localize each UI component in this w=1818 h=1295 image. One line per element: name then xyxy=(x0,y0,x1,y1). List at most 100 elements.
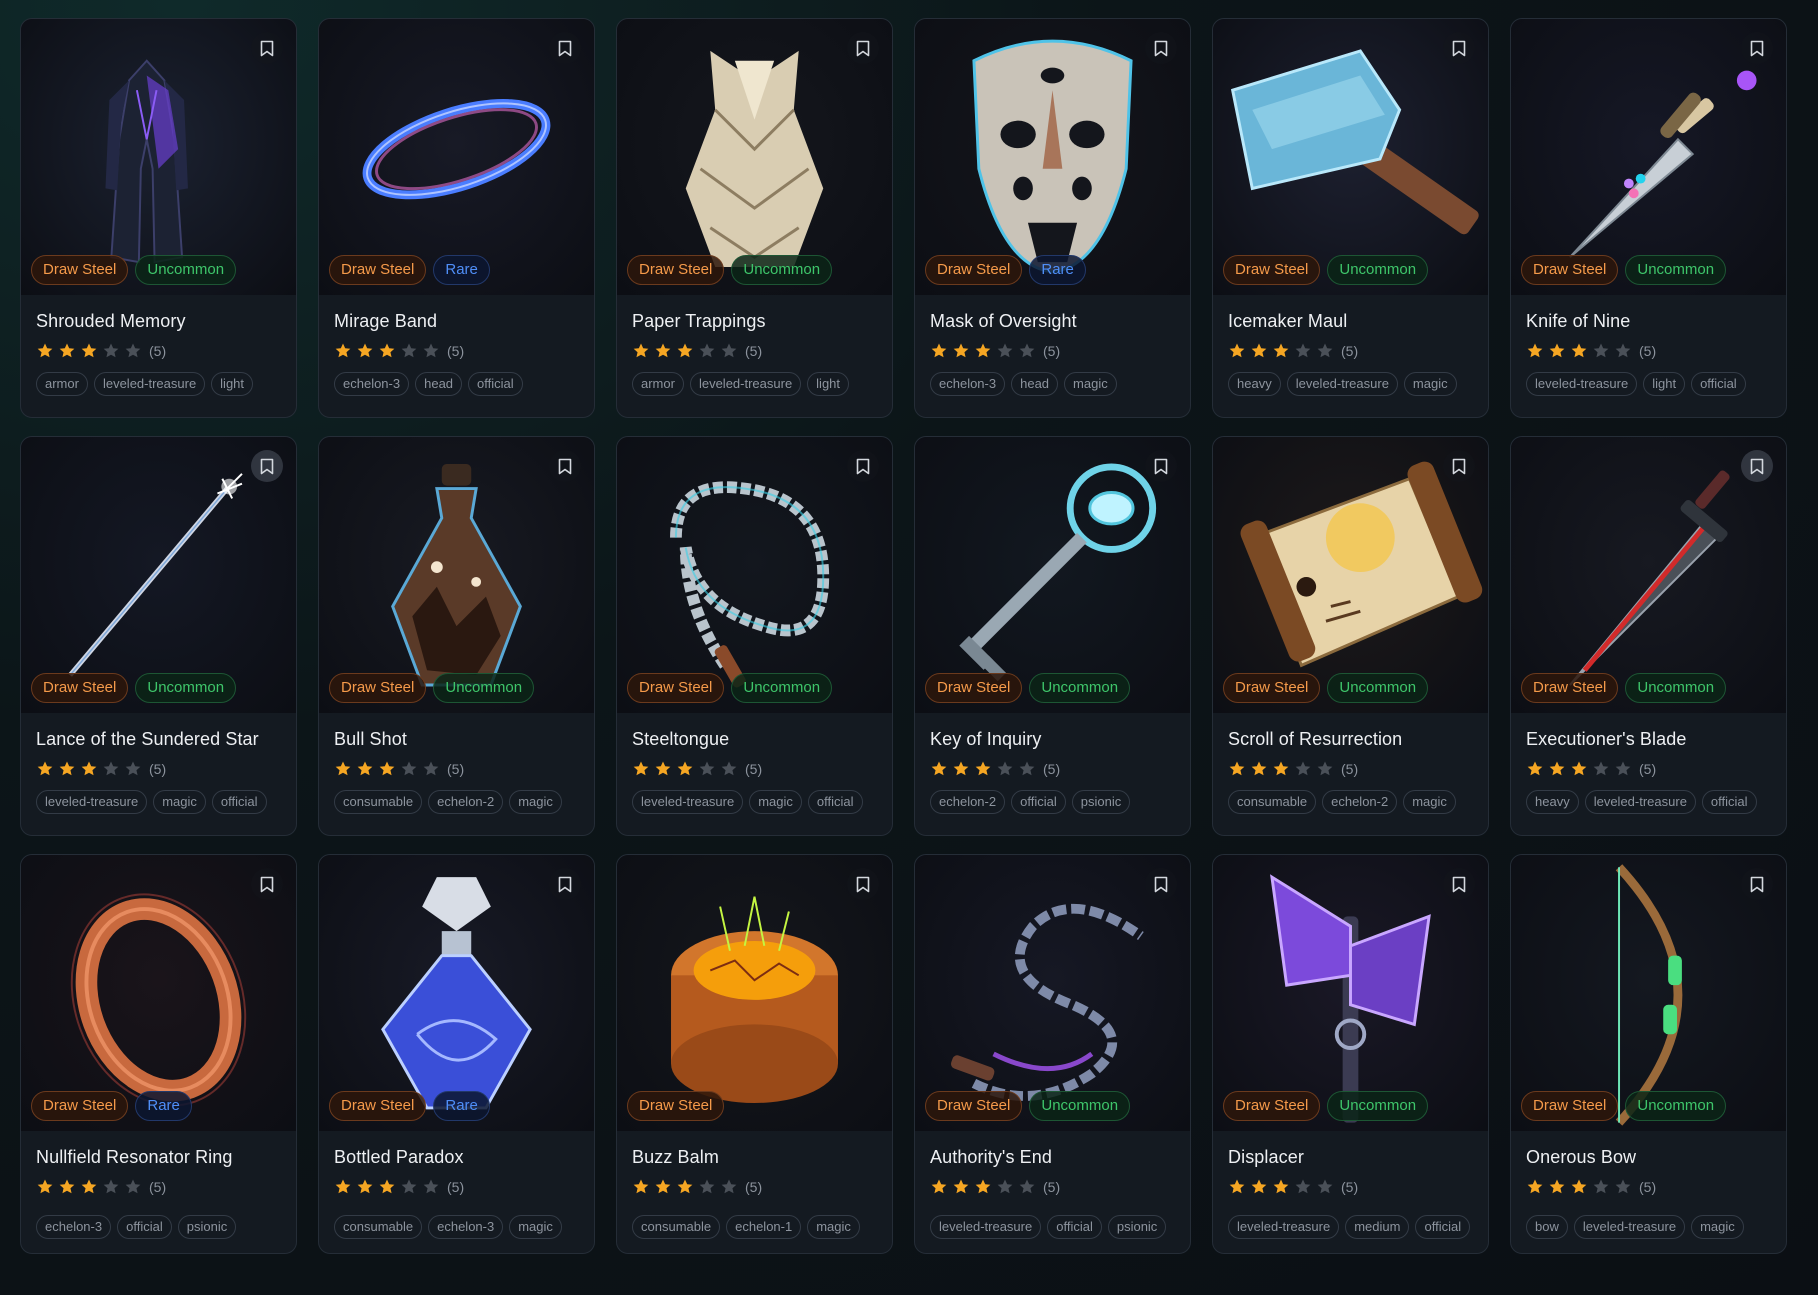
bookmark-button[interactable] xyxy=(251,450,283,482)
item-card[interactable]: Draw Steel Uncommon Key of Inquiry (5) e… xyxy=(914,436,1191,836)
item-image[interactable]: Draw Steel Uncommon xyxy=(1213,855,1488,1131)
item-image[interactable]: Draw Steel Rare xyxy=(319,19,594,295)
tag-chip[interactable]: leveled-treasure xyxy=(36,790,148,814)
item-title[interactable]: Icemaker Maul xyxy=(1228,311,1473,332)
item-image[interactable]: Draw Steel Uncommon xyxy=(617,19,892,295)
item-title[interactable]: Scroll of Resurrection xyxy=(1228,729,1473,750)
tag-chip[interactable]: consumable xyxy=(1228,790,1317,814)
tag-chip[interactable]: magic xyxy=(509,790,562,814)
tag-chip[interactable]: leveled-treasure xyxy=(1286,372,1398,396)
item-title[interactable]: Mask of Oversight xyxy=(930,311,1175,332)
item-title[interactable]: Bull Shot xyxy=(334,729,579,750)
bookmark-button[interactable] xyxy=(1145,868,1177,900)
item-card[interactable]: Draw Steel Rare Mirage Band (5) echelon-… xyxy=(318,18,595,418)
bookmark-button[interactable] xyxy=(1741,868,1773,900)
tag-chip[interactable]: leveled-treasure xyxy=(1584,790,1696,814)
tag-chip[interactable]: official xyxy=(1691,372,1746,396)
bookmark-button[interactable] xyxy=(1443,450,1475,482)
item-card[interactable]: Draw Steel Uncommon Paper Trappings (5) … xyxy=(616,18,893,418)
bookmark-button[interactable] xyxy=(1741,450,1773,482)
tag-chip[interactable]: head xyxy=(415,372,463,396)
bookmark-button[interactable] xyxy=(1145,450,1177,482)
tag-chip[interactable]: leveled-treasure xyxy=(1228,1215,1340,1239)
item-title[interactable]: Nullfield Resonator Ring xyxy=(36,1147,281,1168)
item-card[interactable]: Draw Steel Rare Nullfield Resonator Ring… xyxy=(20,854,297,1254)
item-image[interactable]: Draw Steel Uncommon xyxy=(915,437,1190,713)
tag-chip[interactable]: official xyxy=(117,1215,172,1239)
item-title[interactable]: Mirage Band xyxy=(334,311,579,332)
item-title[interactable]: Knife of Nine xyxy=(1526,311,1771,332)
tag-chip[interactable]: echelon-3 xyxy=(930,372,1006,396)
item-card[interactable]: Draw Steel Uncommon Scroll of Resurrecti… xyxy=(1212,436,1489,836)
tag-chip[interactable]: psionic xyxy=(1071,790,1131,814)
item-image[interactable]: Draw Steel Uncommon xyxy=(21,19,296,295)
tag-chip[interactable]: echelon-3 xyxy=(36,1215,112,1239)
item-card[interactable]: Draw Steel Uncommon Bull Shot (5) consum… xyxy=(318,436,595,836)
tag-chip[interactable]: leveled-treasure xyxy=(632,790,744,814)
tag-chip[interactable]: magic xyxy=(807,1215,860,1239)
item-title[interactable]: Bottled Paradox xyxy=(334,1147,579,1168)
item-title[interactable]: Displacer xyxy=(1228,1147,1473,1168)
tag-chip[interactable]: heavy xyxy=(1526,790,1579,814)
bookmark-button[interactable] xyxy=(1443,32,1475,64)
bookmark-button[interactable] xyxy=(251,868,283,900)
tag-chip[interactable]: magic xyxy=(1064,372,1117,396)
tag-chip[interactable]: official xyxy=(1415,1215,1471,1239)
tag-chip[interactable]: armor xyxy=(632,372,684,396)
bookmark-button[interactable] xyxy=(251,32,283,64)
bookmark-button[interactable] xyxy=(1145,32,1177,64)
tag-chip[interactable]: bow xyxy=(1526,1215,1568,1239)
item-card[interactable]: Draw Steel Uncommon Lance of the Sundere… xyxy=(20,436,297,836)
tag-chip[interactable]: echelon-3 xyxy=(334,372,410,396)
tag-chip[interactable]: official xyxy=(807,790,863,814)
bookmark-button[interactable] xyxy=(1741,32,1773,64)
tag-chip[interactable]: psionic xyxy=(1107,1215,1167,1239)
tag-chip[interactable]: leveled-treasure xyxy=(1526,372,1638,396)
tag-chip[interactable]: magic xyxy=(153,790,206,814)
item-card[interactable]: Draw Steel Uncommon Executioner's Blade … xyxy=(1510,436,1787,836)
bookmark-button[interactable] xyxy=(847,868,879,900)
tag-chip[interactable]: echelon-2 xyxy=(930,790,1006,814)
item-image[interactable]: Draw Steel xyxy=(617,855,892,1131)
item-title[interactable]: Lance of the Sundered Star xyxy=(36,729,281,750)
item-image[interactable]: Draw Steel Rare xyxy=(319,855,594,1131)
tag-chip[interactable]: magic xyxy=(749,790,802,814)
tag-chip[interactable]: consumable xyxy=(632,1215,721,1239)
item-card[interactable]: Draw Steel Uncommon Knife of Nine (5) le… xyxy=(1510,18,1787,418)
item-image[interactable]: Draw Steel Uncommon xyxy=(1511,19,1786,295)
tag-chip[interactable]: magic xyxy=(509,1215,562,1239)
tag-chip[interactable]: leveled-treasure xyxy=(930,1215,1042,1239)
item-image[interactable]: Draw Steel Uncommon xyxy=(915,855,1190,1131)
tag-chip[interactable]: echelon-1 xyxy=(726,1215,802,1239)
tag-chip[interactable]: magic xyxy=(1403,372,1457,396)
tag-chip[interactable]: echelon-3 xyxy=(428,1215,504,1239)
tag-chip[interactable]: leveled-treasure xyxy=(1573,1215,1686,1239)
item-image[interactable]: Draw Steel Uncommon xyxy=(319,437,594,713)
item-image[interactable]: Draw Steel Uncommon xyxy=(1511,437,1786,713)
item-title[interactable]: Key of Inquiry xyxy=(930,729,1175,750)
bookmark-button[interactable] xyxy=(847,450,879,482)
tag-chip[interactable]: consumable xyxy=(334,790,423,814)
tag-chip[interactable]: official xyxy=(1011,790,1066,814)
item-title[interactable]: Shrouded Memory xyxy=(36,311,281,332)
item-image[interactable]: Draw Steel Uncommon xyxy=(617,437,892,713)
tag-chip[interactable]: echelon-2 xyxy=(428,790,504,814)
item-title[interactable]: Buzz Balm xyxy=(632,1147,877,1168)
item-image[interactable]: Draw Steel Rare xyxy=(21,855,296,1131)
tag-chip[interactable]: light xyxy=(807,372,850,396)
tag-chip[interactable]: leveled-treasure xyxy=(93,372,206,396)
tag-chip[interactable]: official xyxy=(1047,1215,1102,1239)
item-title[interactable]: Paper Trappings xyxy=(632,311,877,332)
bookmark-button[interactable] xyxy=(549,868,581,900)
tag-chip[interactable]: light xyxy=(211,372,254,396)
tag-chip[interactable]: consumable xyxy=(334,1215,423,1239)
item-image[interactable]: Draw Steel Uncommon xyxy=(1213,437,1488,713)
tag-chip[interactable]: light xyxy=(1643,372,1686,396)
bookmark-button[interactable] xyxy=(549,32,581,64)
bookmark-button[interactable] xyxy=(1443,868,1475,900)
item-title[interactable]: Onerous Bow xyxy=(1526,1147,1771,1168)
item-card[interactable]: Draw Steel Rare Bottled Paradox (5) cons… xyxy=(318,854,595,1254)
tag-chip[interactable]: official xyxy=(1701,790,1757,814)
item-image[interactable]: Draw Steel Rare xyxy=(915,19,1190,295)
item-image[interactable]: Draw Steel Uncommon xyxy=(21,437,296,713)
